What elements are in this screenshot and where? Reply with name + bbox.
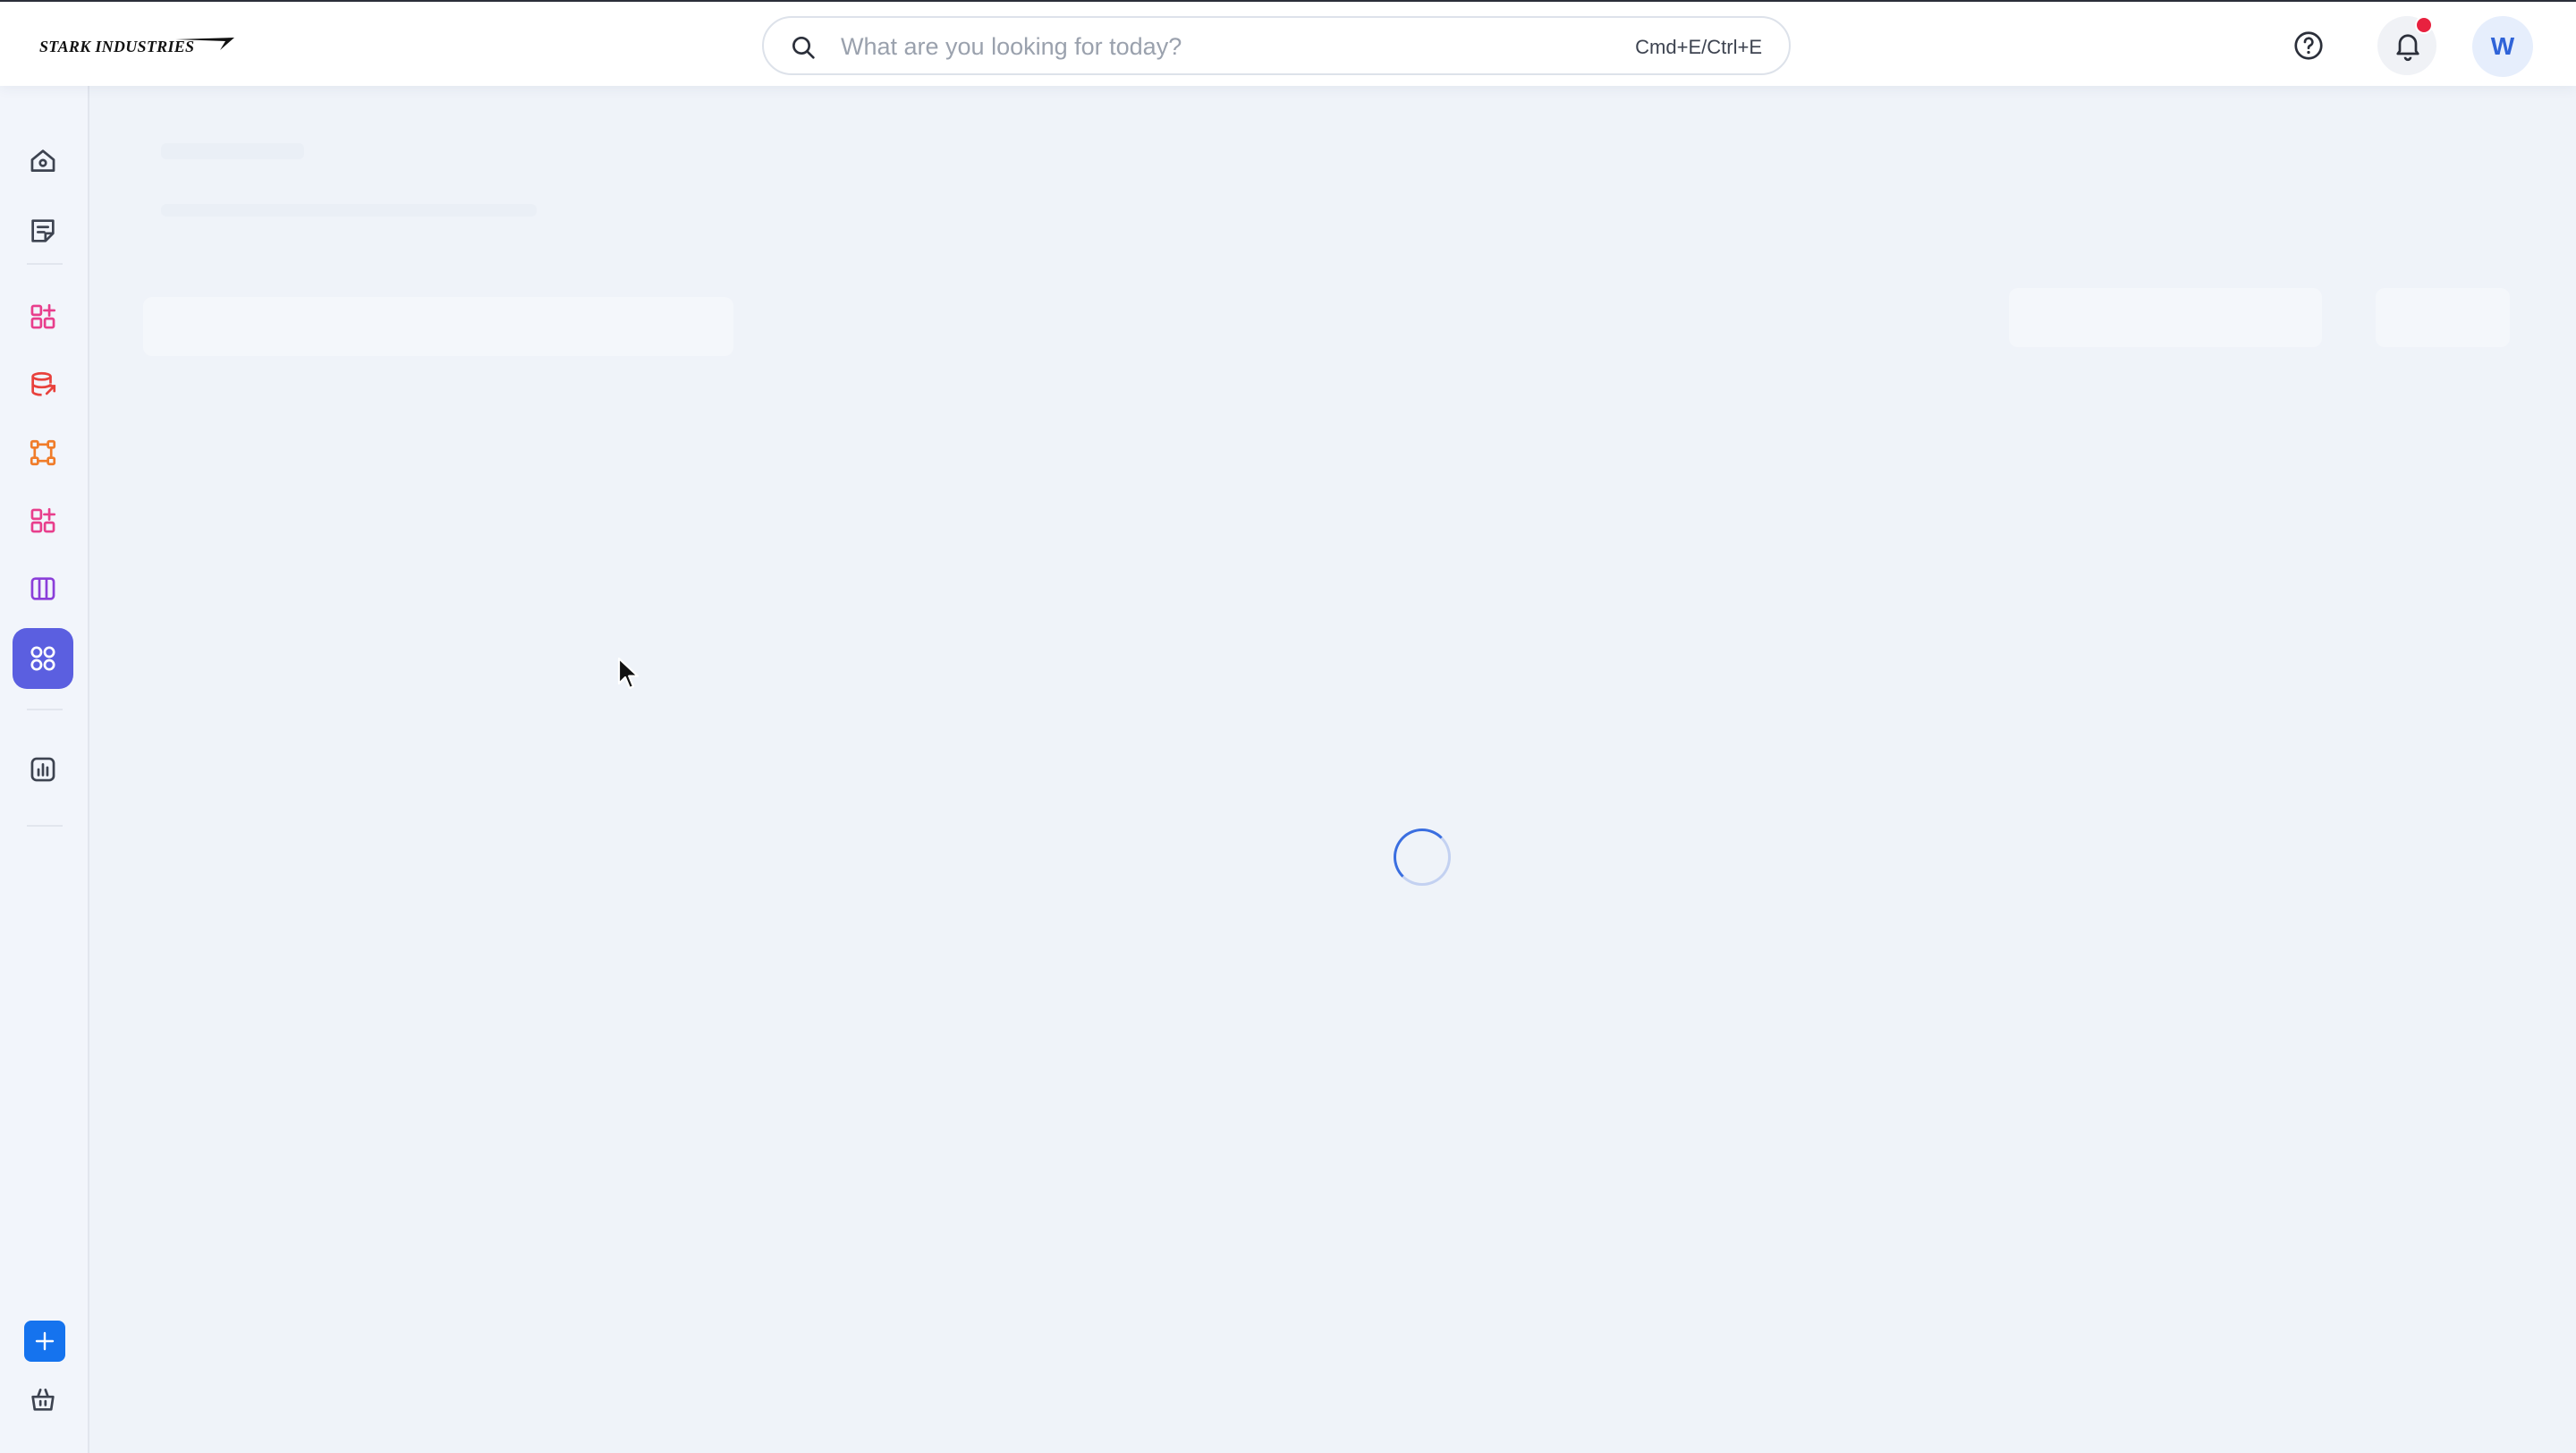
global-search[interactable]: Cmd+E/Ctrl+E: [762, 16, 1791, 75]
bell-icon: [2396, 34, 2419, 62]
search-icon: [792, 37, 815, 59]
columns-icon: [30, 577, 55, 600]
basket-icon: [31, 1389, 55, 1411]
company-logo[interactable]: STARK INDUSTRIES: [39, 29, 236, 64]
mouse-cursor-icon: [617, 657, 640, 690]
logo-text: STARK INDUSTRIES: [39, 37, 195, 55]
sidebar-item-components[interactable]: [13, 490, 73, 551]
home-icon: [30, 149, 55, 172]
skeleton-search-box: [143, 297, 733, 356]
notification-badge: [2415, 16, 2433, 34]
help-button[interactable]: [2279, 16, 2338, 75]
sidebar-item-apps[interactable]: [13, 628, 73, 689]
workflow-icon: [30, 439, 56, 466]
main-content: [89, 86, 2576, 1453]
create-new-button[interactable]: [24, 1321, 65, 1362]
sidebar-item-data[interactable]: [13, 354, 73, 415]
skeleton-title: [161, 143, 304, 159]
sidebar-divider: [27, 825, 63, 827]
help-circle-icon: [2294, 31, 2323, 60]
sidebar-item-columns[interactable]: [13, 558, 73, 619]
sidebar-divider: [27, 709, 63, 710]
sidebar-divider: [27, 263, 63, 265]
notes-icon: [31, 219, 55, 242]
skeleton-actions: [2376, 288, 2510, 347]
user-avatar[interactable]: W: [2472, 16, 2533, 77]
sidebar-item-apps-add[interactable]: [13, 286, 73, 347]
sidebar-item-analytics[interactable]: [13, 739, 73, 800]
skeleton-subtitle: [161, 204, 537, 217]
loading-spinner: [1394, 828, 1451, 886]
grid-plus-icon: [30, 303, 56, 329]
skeleton-filter: [2009, 288, 2322, 347]
notifications-button[interactable]: [2377, 16, 2436, 75]
app-root: STARK INDUSTRIES Cmd+E/Ctrl+E: [0, 0, 2576, 1453]
sidebar-item-notes[interactable]: [13, 200, 73, 261]
search-input[interactable]: [841, 29, 1610, 64]
search-shortcut-hint: Cmd+E/Ctrl+E: [1635, 36, 1762, 58]
sidebar: [0, 86, 89, 1453]
logo-swoosh-icon: [175, 38, 234, 50]
apps-icon: [30, 646, 55, 671]
top-header: STARK INDUSTRIES Cmd+E/Ctrl+E: [0, 0, 2576, 86]
chart-icon: [30, 757, 55, 782]
grid-plus-icon: [30, 507, 56, 533]
sidebar-item-home[interactable]: [13, 131, 73, 191]
database-icon: [31, 371, 56, 396]
sidebar-item-workflow[interactable]: [13, 422, 73, 483]
sidebar-item-marketplace[interactable]: [13, 1369, 73, 1430]
plus-icon: [35, 1331, 55, 1351]
